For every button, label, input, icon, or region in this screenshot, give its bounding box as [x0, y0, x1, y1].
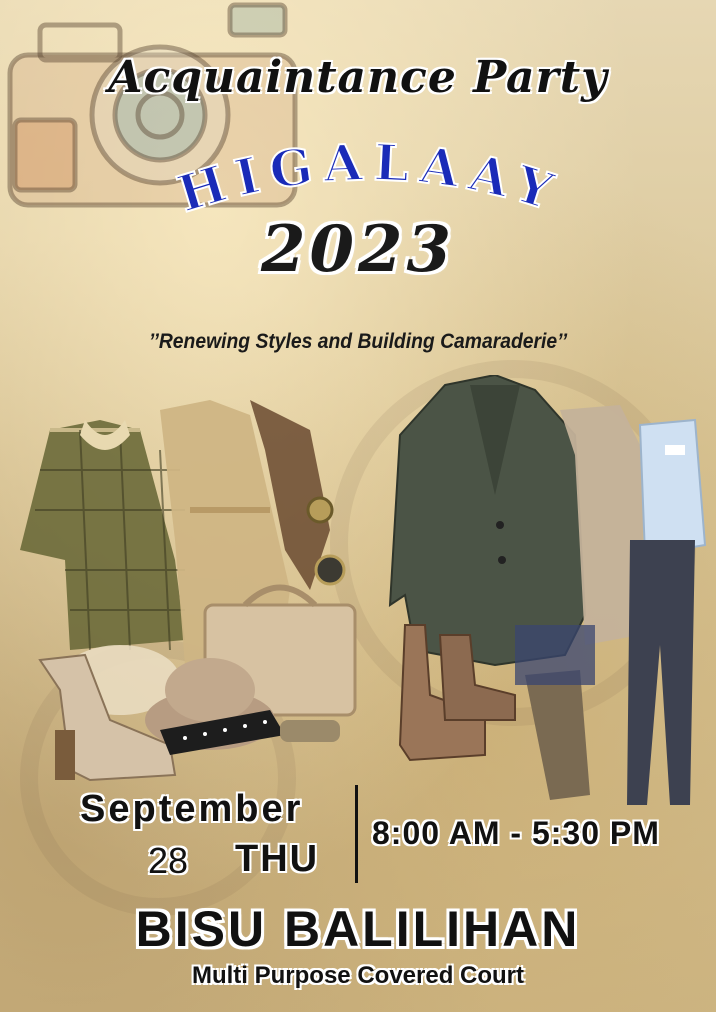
event-venue: BISU BALILIHAN [135, 901, 581, 957]
date-time-divider [355, 785, 358, 883]
event-type-title: Acquaintance Party [108, 52, 608, 103]
event-venue-detail: Multi Purpose Covered Court [191, 962, 525, 989]
event-year: 2023 [260, 212, 456, 287]
event-tagline: ’’Renewing Styles and Building Camarader… [148, 330, 568, 353]
event-month: September [80, 788, 304, 830]
event-weekday: THU [235, 838, 320, 880]
event-day: 28 [148, 840, 189, 881]
event-time: 8:00 AM - 5:30 PM [372, 815, 660, 851]
mens-outfit-collage [388, 375, 707, 805]
womens-vintage-outfit-collage [20, 400, 357, 782]
